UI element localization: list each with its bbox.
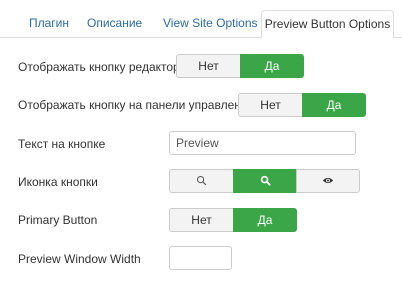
show-editor-button-toggle: Нет Да xyxy=(176,54,304,78)
show-toolbar-button-label: Отображать кнопку на панели управления xyxy=(18,98,255,112)
show-toolbar-button-yes[interactable]: Да xyxy=(302,93,366,117)
preview-window-width-label: Preview Window Width xyxy=(18,252,141,266)
primary-button-yes[interactable]: Да xyxy=(233,208,297,232)
tab-plugin[interactable]: Плагин xyxy=(29,10,69,39)
show-editor-button-label: Отображать кнопку редактора xyxy=(18,60,187,74)
tab-preview-button-options[interactable]: Preview Button Options xyxy=(261,10,394,39)
primary-button-toggle: Нет Да xyxy=(169,208,297,232)
icon-option-search-bold[interactable] xyxy=(233,169,297,193)
search-bold-icon xyxy=(260,176,271,186)
show-editor-button-no[interactable]: Нет xyxy=(176,54,241,78)
show-toolbar-button-no[interactable]: Нет xyxy=(238,93,303,117)
primary-button-no[interactable]: Нет xyxy=(169,208,234,232)
preview-window-width-input[interactable] xyxy=(169,246,232,270)
button-text-label: Текст на кнопке xyxy=(18,137,106,151)
button-icon-selector xyxy=(169,169,360,193)
button-icon-label: Иконка кнопки xyxy=(18,175,98,189)
primary-button-label: Primary Button xyxy=(18,213,98,227)
button-text-input[interactable] xyxy=(169,131,356,155)
eye-icon xyxy=(322,178,334,184)
tab-description[interactable]: Описание xyxy=(87,10,142,39)
show-editor-button-yes[interactable]: Да xyxy=(240,54,304,78)
tab-view-site-options[interactable]: View Site Options xyxy=(163,10,258,39)
show-toolbar-button-toggle: Нет Да xyxy=(238,93,366,117)
tab-bar: Плагин Описание View Site Options Previe… xyxy=(0,0,402,39)
search-outline-icon xyxy=(196,176,207,186)
icon-option-eye[interactable] xyxy=(296,169,360,193)
icon-option-search-outline[interactable] xyxy=(169,169,234,193)
